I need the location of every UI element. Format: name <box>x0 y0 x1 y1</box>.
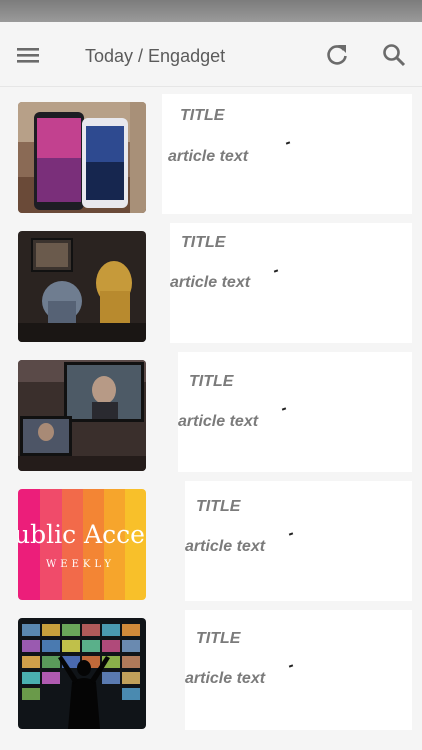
article-text: article text <box>170 274 251 291</box>
cursor-mark <box>281 407 287 411</box>
article-text: article text <box>185 538 266 555</box>
cursor-mark <box>288 664 294 668</box>
article-thumbnail[interactable] <box>18 618 146 729</box>
article-text: article text <box>168 148 249 165</box>
article-card[interactable]: TITLE article text <box>162 94 412 214</box>
thumbnail-subcaption: WEEKLY <box>46 559 115 570</box>
thumbnail-caption: ublic Acces <box>18 520 146 549</box>
article-thumbnail[interactable] <box>18 360 146 471</box>
article-item[interactable]: ublic Acces WEEKLY TITLE article text <box>0 477 422 602</box>
status-bar <box>0 0 422 22</box>
article-text: article text <box>185 670 266 687</box>
article-card[interactable]: TITLE article text <box>185 610 412 730</box>
article-item[interactable]: TITLE article text <box>0 90 422 215</box>
refresh-icon[interactable] <box>324 42 350 68</box>
article-card[interactable]: TITLE article text <box>170 223 412 343</box>
article-thumbnail[interactable] <box>18 102 146 213</box>
article-card[interactable]: TITLE article text <box>178 352 412 472</box>
article-text: article text <box>178 413 259 430</box>
article-thumbnail[interactable]: ublic Acces WEEKLY <box>18 489 146 600</box>
article-card[interactable]: TITLE article text <box>185 481 412 601</box>
article-title: TITLE <box>180 107 225 124</box>
article-thumbnail[interactable] <box>18 231 146 342</box>
cursor-mark <box>288 532 294 536</box>
toolbar-title: Today / Engadget <box>85 46 226 66</box>
cursor-mark <box>273 269 279 273</box>
article-item[interactable]: TITLE article text <box>0 606 422 731</box>
cursor-mark <box>285 141 291 145</box>
article-item[interactable]: TITLE article text <box>0 348 422 473</box>
menu-icon[interactable] <box>15 42 41 68</box>
article-title: TITLE <box>189 373 234 390</box>
article-item[interactable]: TITLE article text <box>0 219 422 344</box>
search-icon[interactable] <box>381 42 407 68</box>
app-toolbar: Today / Engadget <box>0 22 422 87</box>
article-title: TITLE <box>196 630 241 647</box>
article-title: TITLE <box>196 498 241 515</box>
article-title: TITLE <box>181 234 226 251</box>
